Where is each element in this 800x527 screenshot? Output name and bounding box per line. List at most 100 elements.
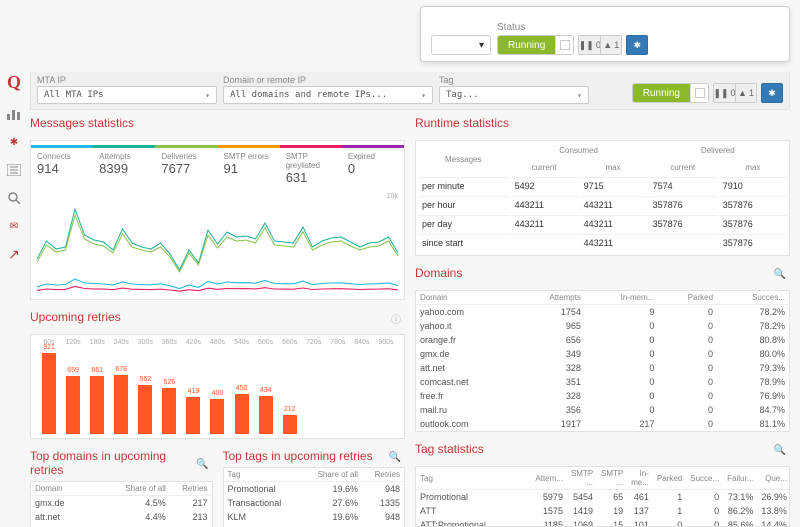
search-icon-mini[interactable]: 🔍 bbox=[389, 452, 401, 463]
table-row: ATT15751419191371086.2%13.8%33 bbox=[416, 504, 790, 518]
search-icon-mini[interactable]: 🔍 bbox=[774, 269, 786, 280]
status-toolbar: ▾ Status Running ❚❚0 ▲1 ✱ bbox=[420, 6, 790, 62]
retry-bar: 434 bbox=[254, 387, 278, 434]
gear-icon: ✱ bbox=[768, 88, 776, 99]
settings-button-inline[interactable]: ✱ bbox=[761, 83, 783, 103]
table-row: KLM19.6%948 bbox=[224, 510, 405, 524]
top-tags-panel: TagShare of allRetriesPromotional19.6%94… bbox=[223, 467, 406, 527]
pause-button-inline[interactable]: ❚❚0 bbox=[713, 83, 735, 103]
pause-button[interactable]: ❚❚0 bbox=[578, 35, 600, 55]
table-row: yahoo.com17549078.2% bbox=[416, 305, 789, 320]
status-pill-inline[interactable]: Running bbox=[632, 83, 709, 103]
table-row: Promotional19.6%948 bbox=[224, 482, 405, 497]
metric-connects: Connects914 bbox=[31, 145, 93, 189]
mta-filter-select[interactable]: All MTA IPs bbox=[37, 86, 217, 104]
status-label: Status bbox=[497, 22, 779, 33]
retry-bar: 562 bbox=[133, 376, 157, 435]
retries-title: Upcoming retries bbox=[30, 308, 121, 328]
msg-stats-chart: 10k bbox=[37, 193, 398, 293]
table-row: ATT:Promotional11851069151010085.6%14.4%… bbox=[416, 518, 790, 527]
msg-stats-panel: Connects914Attempts8399Deliveries7677SMT… bbox=[30, 140, 405, 300]
mail-icon[interactable]: ✉ bbox=[5, 219, 23, 233]
metric-attempts: Attempts8399 bbox=[93, 145, 155, 189]
retry-bar bbox=[374, 432, 398, 434]
retry-bar: 659 bbox=[61, 367, 85, 434]
warning-icon: ▲ bbox=[738, 88, 747, 98]
warning-icon: ▲ bbox=[603, 40, 612, 50]
pause-icon: ❚❚ bbox=[713, 88, 728, 99]
retry-bar: 526 bbox=[157, 379, 181, 434]
running-badge: Running bbox=[498, 36, 555, 54]
table-row: yahoo.it9650078.2% bbox=[416, 319, 789, 333]
domain-filter-select[interactable]: All domains and remote IPs... bbox=[223, 86, 433, 104]
table-row: per minute5492971575747910 bbox=[418, 177, 787, 194]
stats-icon[interactable] bbox=[5, 107, 23, 121]
config-icon[interactable]: ✱ bbox=[5, 135, 23, 149]
search-icon[interactable] bbox=[5, 191, 23, 205]
warning-button[interactable]: ▲1 bbox=[600, 35, 622, 55]
table-row: since start443211357876 bbox=[418, 234, 787, 251]
status-selector[interactable]: ▾ bbox=[431, 35, 491, 55]
runtime-panel: MessagesConsumedDeliveredcurrentmaxcurre… bbox=[415, 140, 790, 256]
table-row: Transactional27.6%1335 bbox=[224, 496, 405, 510]
tag-filter-select[interactable]: Tag... bbox=[439, 86, 589, 104]
msg-stats-title: Messages statistics bbox=[30, 114, 134, 134]
domain-filter-label: Domain or remote IP bbox=[223, 75, 433, 85]
retry-bar: 661 bbox=[85, 367, 109, 435]
retry-bar: 450 bbox=[230, 385, 254, 434]
tag-filter-label: Tag bbox=[439, 75, 589, 85]
metric-expired: Expired0 bbox=[342, 145, 404, 189]
retry-bar: 400 bbox=[205, 390, 229, 434]
table-row: att.net3280079.3% bbox=[416, 361, 789, 375]
retry-bar: 921 bbox=[37, 344, 61, 434]
metric-smtp-errors: SMTP errors91 bbox=[218, 145, 280, 189]
search-icon-mini[interactable]: 🔍 bbox=[774, 445, 786, 456]
table-row: free.fr3280076.9% bbox=[416, 389, 789, 403]
retries-panel: 60s120s180s240s300s360s420s480s540s600s6… bbox=[30, 334, 405, 439]
chevron-down-icon: ▾ bbox=[479, 40, 484, 51]
pause-icon: ❚❚ bbox=[579, 40, 594, 51]
sidebar: Q ✱ ✉ ↗ bbox=[0, 70, 28, 261]
table-row: per hour443211443211357876357876 bbox=[418, 196, 787, 213]
stop-icon[interactable] bbox=[555, 36, 573, 54]
domains-panel: DomainAttemptsIn-mem...ParkedSucces...ya… bbox=[415, 290, 790, 432]
table-row: Promotional59795454654611073.1%26.9%46 bbox=[416, 490, 790, 505]
metric-smtp-greylisted: SMTP greylisted631 bbox=[280, 145, 342, 189]
domains-title: Domains bbox=[415, 264, 462, 284]
retries-header: Upcoming retries ⓘ bbox=[30, 306, 405, 328]
filter-bar: MTA IP All MTA IPs Domain or remote IP A… bbox=[30, 72, 790, 110]
table-row: outlook.com1917217081.1% bbox=[416, 417, 789, 431]
list-icon[interactable] bbox=[5, 163, 23, 177]
table-row: per day443211443211357876357876 bbox=[418, 215, 787, 232]
tag-stats-title: Tag statistics bbox=[415, 440, 484, 460]
retry-bar bbox=[350, 432, 374, 434]
stop-icon-inline[interactable] bbox=[690, 84, 708, 102]
top-tags-title: Top tags in upcoming retries bbox=[223, 447, 373, 467]
metric-deliveries: Deliveries7677 bbox=[155, 145, 217, 189]
retry-bar bbox=[326, 432, 350, 434]
table-row: gmx.de3490080.0% bbox=[416, 347, 789, 361]
gear-icon: ✱ bbox=[633, 40, 641, 51]
table-row: gmx.de4.5%217 bbox=[31, 496, 212, 511]
retry-bar: 678 bbox=[109, 366, 133, 434]
search-icon-mini[interactable]: 🔍 bbox=[196, 459, 208, 470]
table-row: att.net4.4%213 bbox=[31, 510, 212, 524]
top-domains-panel: DomainShare of allRetriesgmx.de4.5%217at… bbox=[30, 481, 213, 527]
mta-filter-label: MTA IP bbox=[37, 75, 217, 85]
table-row: comcast.net3510078.9% bbox=[416, 375, 789, 389]
settings-button[interactable]: ✱ bbox=[626, 35, 648, 55]
share-icon[interactable]: ↗ bbox=[5, 247, 23, 261]
warning-button-inline[interactable]: ▲1 bbox=[735, 83, 757, 103]
retry-bar bbox=[302, 432, 326, 434]
msg-stats-header: Messages statistics bbox=[30, 112, 405, 134]
table-row: orange.fr6560080.8% bbox=[416, 333, 789, 347]
status-pill[interactable]: Running bbox=[497, 35, 574, 55]
retry-bar: 419 bbox=[181, 388, 205, 434]
runtime-title: Runtime statistics bbox=[415, 114, 509, 134]
top-domains-title: Top domains in upcoming retries bbox=[30, 447, 196, 481]
tag-stats-panel: TagAttem...SMTP ...SMTP ...In-me...Parke… bbox=[415, 466, 790, 527]
retry-bar: 212 bbox=[278, 406, 302, 434]
table-row: mail.ru3560084.7% bbox=[416, 403, 789, 417]
info-icon[interactable]: ⓘ bbox=[391, 311, 401, 326]
logo: Q bbox=[7, 72, 21, 93]
